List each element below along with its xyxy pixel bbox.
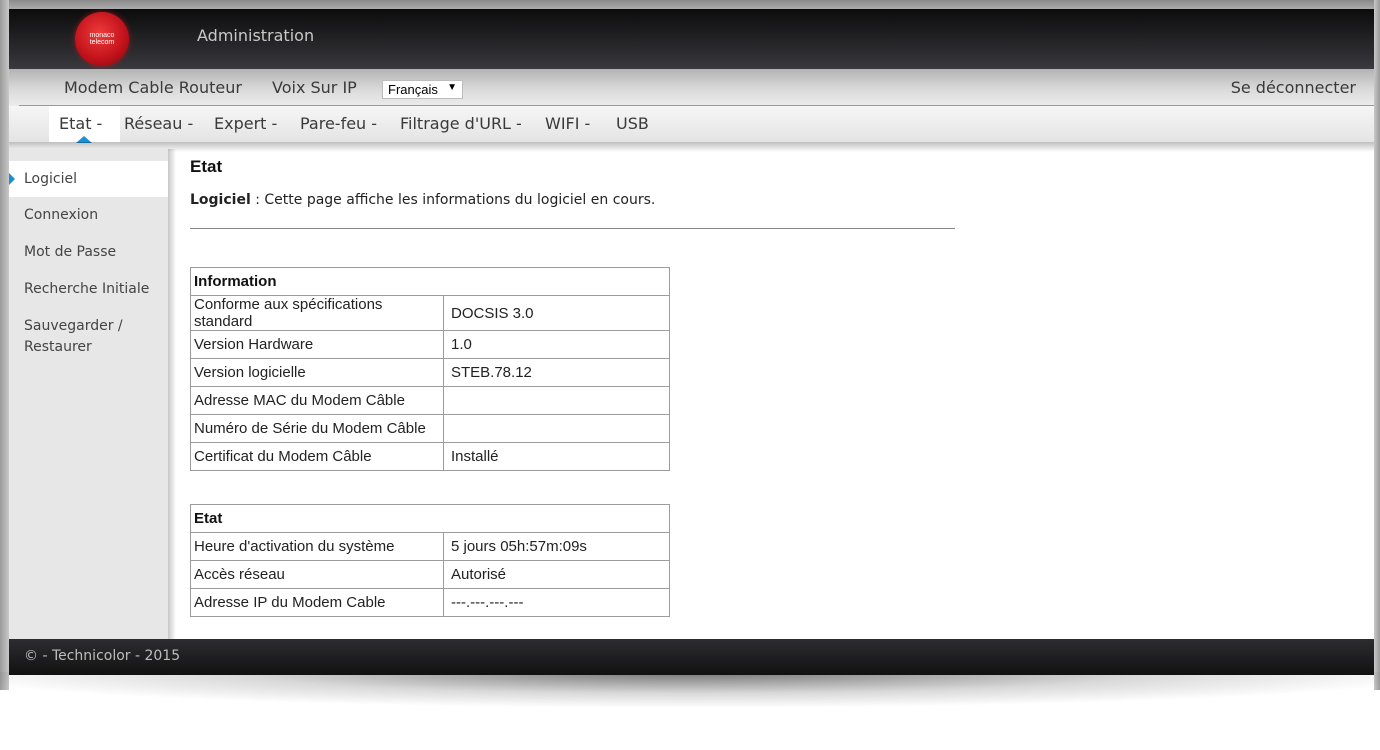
table-cell-value: 5 jours 05h:57m:09s [443,532,670,561]
logout-link[interactable]: Se déconnecter [1231,78,1356,97]
footer-bar: © - Technicolor - 2015 [9,639,1374,675]
sidebar-item-label: Sauvegarder / [24,318,123,334]
table-cell-value: Installé [443,442,670,471]
topnav-modem-cable-routeur[interactable]: Modem Cable Routeur [64,78,242,97]
page-description: Logiciel : Cette page affiche les inform… [190,192,655,208]
sidebar-item-sauvegarder-restaurer[interactable]: Sauvegarder / Restaurer [9,316,168,358]
subnav-expert[interactable]: Expert - [214,114,277,133]
table-header-row: Information [190,267,670,296]
sidebar-item-recherche-initiale[interactable]: Recherche Initiale [9,279,168,300]
app-title: Administration [197,26,315,45]
table-cell-label: Accès réseau [190,560,444,589]
table-row: Certificat du Modem Câble Installé [190,442,670,471]
frame-left-shade [0,0,9,690]
description-label: Logiciel [190,192,251,208]
logo-text-line1: monaco [89,32,115,39]
table-cell-value: STEB.78.12 [443,358,670,387]
subnav-reseau[interactable]: Réseau - [124,114,193,133]
table-cell-value: ---.---.---.--- [443,588,670,617]
table-cell-value: 1.0 [443,330,670,359]
subnav-etat[interactable]: Etat - [59,114,102,133]
subnav-pare-feu[interactable]: Pare-feu - [300,114,377,133]
top-nav: Modem Cable Routeur Voix Sur IP Français… [9,69,1374,106]
table-cell-value: Autorisé [443,560,670,589]
state-table: Etat Heure d'activation du système 5 jou… [190,504,670,617]
table-row: Adresse MAC du Modem Câble [190,386,670,415]
table-row: Accès réseau Autorisé [190,560,670,589]
subnav-wifi[interactable]: WIFI - [545,114,590,133]
sidebar-item-label: Mot de Passe [24,244,117,260]
language-selected-value: Français [388,82,438,97]
sidebar-item-mot-de-passe[interactable]: Mot de Passe [9,242,168,263]
table-cell-label: Conforme aux spécifications standard [190,295,444,331]
table-cell-value [443,414,670,443]
monaco-telecom-logo[interactable]: monaco telecom [75,12,129,66]
sidebar-shadow [168,149,176,639]
table-cell-label: Version Hardware [190,330,444,359]
language-select[interactable]: Français ▼ [382,80,463,99]
sidebar-item-label: Restaurer [24,339,92,355]
description-text: Cette page affiche les informations du l… [264,192,656,208]
frame-right-shade [1374,0,1380,690]
table-row: Adresse IP du Modem Cable ---.---.---.--… [190,588,670,617]
table-cell-label: Numéro de Série du Modem Câble [190,414,444,443]
state-table-header: Etat [190,504,670,533]
topnav-voix-sur-ip[interactable]: Voix Sur IP [272,78,357,97]
table-cell-value [443,386,670,415]
subnav-usb[interactable]: USB [616,114,649,133]
table-cell-label: Heure d'activation du système [190,532,444,561]
sidebar-item-logiciel[interactable]: Logiciel [9,161,168,197]
frame-bottom-shadow [0,672,1380,732]
footer-copyright: © - Technicolor - 2015 [24,648,181,664]
table-cell-label: Certificat du Modem Câble [190,442,444,471]
sidebar-item-connexion[interactable]: Connexion [9,205,168,226]
table-cell-label: Adresse MAC du Modem Câble [190,386,444,415]
information-table: Information Conforme aux spécifications … [190,267,670,471]
information-table-header: Information [190,267,670,296]
table-cell-value: DOCSIS 3.0 [443,295,670,331]
table-row: Heure d'activation du système 5 jours 05… [190,532,670,561]
table-cell-label: Adresse IP du Modem Cable [190,588,444,617]
admin-window: monaco telecom Administration Modem Cabl… [9,9,1374,675]
sub-nav: Etat - Réseau - Expert - Pare-feu - Filt… [9,106,1374,142]
table-row: Version logicielle STEB.78.12 [190,358,670,387]
subnav-filtrage-url[interactable]: Filtrage d'URL - [400,114,522,133]
description-separator: : [250,192,265,208]
dropdown-arrow-icon: ▼ [447,82,457,93]
sidebar-item-label: Recherche Initiale [24,281,150,297]
logo-text-line2: telecom [89,39,115,46]
table-header-row: Etat [190,504,670,533]
active-sidebar-caret-icon [9,173,15,185]
page-title: Etat [190,157,223,176]
sidebar-item-label: Connexion [24,207,99,223]
sidebar: Logiciel Connexion Mot de Passe Recherch… [9,149,168,639]
table-row: Numéro de Série du Modem Câble [190,414,670,443]
table-row: Version Hardware 1.0 [190,330,670,359]
table-row: Conforme aux spécifications standard DOC… [190,295,670,331]
subnav-shadow [9,142,1374,152]
content-divider [190,228,955,229]
table-cell-label: Version logicielle [190,358,444,387]
header-bar: monaco telecom Administration [9,9,1374,69]
sidebar-item-label: Logiciel [24,171,77,187]
